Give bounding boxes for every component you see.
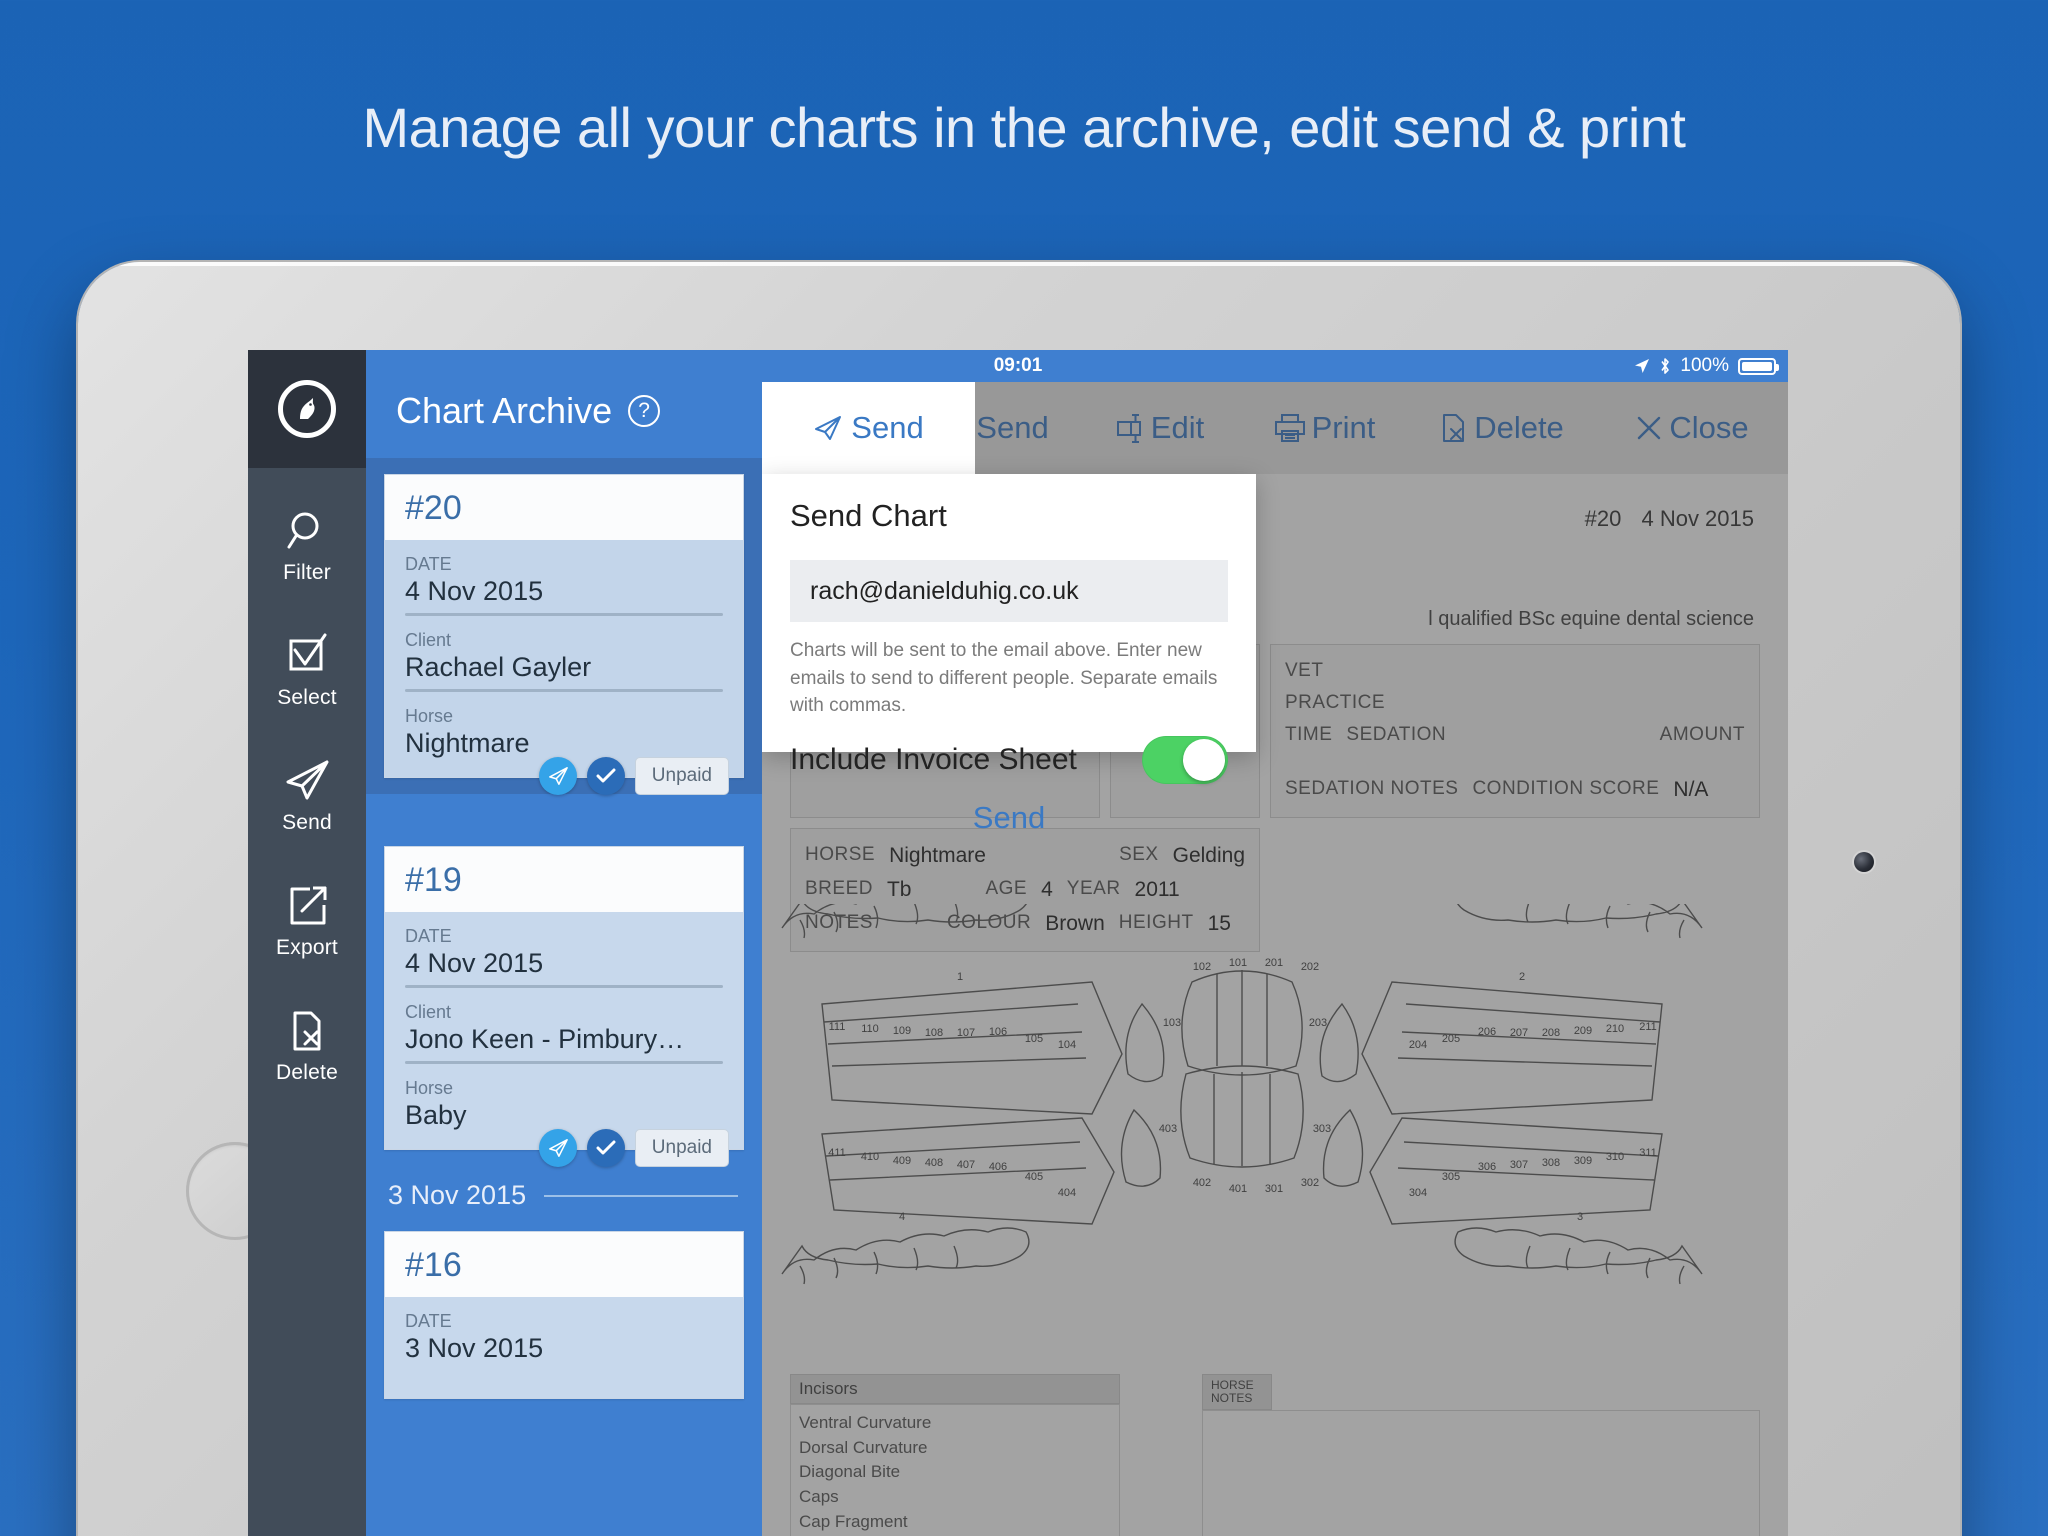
paper-plane-icon bbox=[283, 758, 331, 804]
dialog-send-button[interactable]: Send bbox=[790, 800, 1228, 836]
sidebar-item-label: Filter bbox=[283, 560, 331, 584]
field-value: 4 Nov 2015 bbox=[405, 576, 544, 606]
sent-badge-icon bbox=[538, 1129, 577, 1167]
date-separator-label: 3 Nov 2015 bbox=[388, 1180, 527, 1210]
sidebar-item-select[interactable]: Select bbox=[248, 615, 366, 727]
include-invoice-label: Include Invoice Sheet bbox=[790, 742, 1077, 776]
field-label: Horse bbox=[405, 1078, 454, 1098]
list-item[interactable]: #16 DATE 3 Nov 2015 bbox=[366, 1231, 762, 1399]
list-item[interactable]: #20 DATE 4 Nov 2015 Client Rachael Gayle… bbox=[366, 458, 762, 795]
chart-card-date-field: DATE 4 Nov 2015 bbox=[405, 926, 723, 988]
field-value: Rachael Gayler bbox=[405, 652, 592, 682]
paper-plane-icon bbox=[813, 414, 843, 442]
complete-badge-icon bbox=[586, 757, 625, 795]
field-label: Horse bbox=[405, 706, 454, 726]
field-value: Baby bbox=[405, 1100, 467, 1130]
field-underline bbox=[405, 689, 723, 692]
archive-title-label: Chart Archive bbox=[396, 390, 613, 431]
chart-document-pane: Send Edit Print Delete Close #20 4 Nov 2… bbox=[762, 382, 1788, 1536]
horse-head-logo-icon bbox=[278, 380, 336, 438]
include-invoice-toggle[interactable] bbox=[1142, 735, 1228, 784]
sidebar-rail: Filter Select Send Export Delete bbox=[248, 350, 366, 1536]
page-x-icon bbox=[284, 1008, 330, 1054]
sidebar-item-label: Send bbox=[282, 810, 332, 834]
include-invoice-row[interactable]: Include Invoice Sheet bbox=[790, 735, 1228, 784]
question-mark-icon[interactable]: ? bbox=[628, 395, 661, 427]
sidebar-item-label: Export bbox=[276, 935, 338, 959]
field-label: DATE bbox=[405, 926, 452, 946]
chart-card-horse-field: Horse Baby bbox=[405, 1078, 723, 1131]
field-underline bbox=[405, 613, 723, 616]
complete-badge-icon bbox=[586, 1129, 625, 1167]
magnifier-icon bbox=[284, 508, 330, 554]
bluetooth-icon bbox=[1659, 357, 1671, 375]
chart-card-client-field: Client Rachael Gayler bbox=[405, 630, 723, 692]
battery-percent-label: 100% bbox=[1680, 355, 1729, 376]
chart-card-horse-field: Horse Nightmare bbox=[405, 706, 723, 759]
field-value: Jono Keen - Pimbury… bbox=[405, 1024, 685, 1054]
chart-archive-panel: Chart Archive ? #20 DATE 4 Nov 2015 Clie… bbox=[366, 350, 762, 1536]
field-underline bbox=[405, 985, 723, 988]
list-item[interactable]: #19 DATE 4 Nov 2015 Client Jono Keen - P… bbox=[366, 846, 762, 1167]
ipad-device: iPad 09:01 bbox=[78, 262, 1960, 1536]
chart-card[interactable]: #16 DATE 3 Nov 2015 bbox=[384, 1231, 744, 1399]
send-tab-label: Send bbox=[851, 410, 924, 445]
export-arrow-icon bbox=[284, 883, 330, 929]
field-label: DATE bbox=[405, 1311, 452, 1331]
status-badge: Unpaid bbox=[634, 1129, 729, 1167]
sidebar-item-export[interactable]: Export bbox=[248, 865, 366, 977]
sidebar-item-label: Select bbox=[277, 685, 337, 709]
dialog-title: Send Chart bbox=[790, 498, 947, 533]
status-bar-right: 100% bbox=[1634, 350, 1779, 382]
date-separator: 3 Nov 2015 bbox=[366, 1176, 762, 1231]
field-underline bbox=[405, 1061, 723, 1064]
dialog-hint: Charts will be sent to the email above. … bbox=[790, 640, 1218, 717]
divider bbox=[544, 1194, 738, 1197]
sidebar-item-send[interactable]: Send bbox=[248, 740, 366, 852]
chart-card-date-field: DATE 4 Nov 2015 bbox=[405, 554, 723, 616]
app-logo[interactable] bbox=[248, 350, 366, 468]
battery-icon bbox=[1738, 357, 1779, 375]
chart-card-id: #19 bbox=[385, 847, 743, 912]
chart-card-id: #20 bbox=[385, 475, 743, 540]
chart-card-body: DATE 4 Nov 2015 Client Jono Keen - Pimbu… bbox=[385, 912, 743, 1167]
sidebar-item-delete[interactable]: Delete bbox=[248, 990, 366, 1102]
sent-badge-icon bbox=[538, 757, 577, 795]
page-title: Manage all your charts in the archive, e… bbox=[362, 96, 1686, 159]
chart-card-client-field: Client Jono Keen - Pimbury… bbox=[405, 1002, 723, 1064]
chart-card-body: DATE 4 Nov 2015 Client Rachael Gayler Ho… bbox=[385, 540, 743, 795]
field-value: Nightmare bbox=[405, 728, 530, 758]
chart-card[interactable]: #20 DATE 4 Nov 2015 Client Rachael Gayle… bbox=[384, 474, 744, 795]
chart-card-body: DATE 3 Nov 2015 bbox=[385, 1297, 743, 1398]
field-value: 3 Nov 2015 bbox=[405, 1333, 544, 1363]
field-label: Client bbox=[405, 630, 452, 650]
location-arrow-icon bbox=[1634, 358, 1650, 374]
chart-card-badges: Unpaid bbox=[405, 1129, 729, 1167]
field-label: DATE bbox=[405, 554, 452, 574]
chart-card-id: #16 bbox=[385, 1232, 743, 1297]
status-badge: Unpaid bbox=[634, 757, 729, 795]
chart-card-badges: Unpaid bbox=[405, 757, 729, 795]
camera-icon bbox=[1854, 852, 1874, 872]
chart-card-list[interactable]: #20 DATE 4 Nov 2015 Client Rachael Gayle… bbox=[366, 458, 762, 1425]
chart-card-date-field: DATE 3 Nov 2015 bbox=[405, 1311, 723, 1364]
email-field[interactable] bbox=[790, 560, 1228, 622]
checkbox-tick-icon bbox=[284, 633, 330, 679]
chart-card[interactable]: #19 DATE 4 Nov 2015 Client Jono Keen - P… bbox=[384, 846, 744, 1167]
sidebar-item-label: Delete bbox=[276, 1060, 338, 1084]
archive-header: Chart Archive ? bbox=[396, 390, 661, 432]
ipad-screen: iPad 09:01 bbox=[248, 350, 1788, 1536]
send-chart-dialog: Send Chart Charts will be sent to the em… bbox=[762, 474, 1256, 835]
send-tab[interactable]: Send bbox=[762, 382, 975, 474]
sidebar-item-filter[interactable]: Filter bbox=[248, 490, 366, 602]
field-value: 4 Nov 2015 bbox=[405, 948, 544, 978]
field-label: Client bbox=[405, 1002, 452, 1022]
